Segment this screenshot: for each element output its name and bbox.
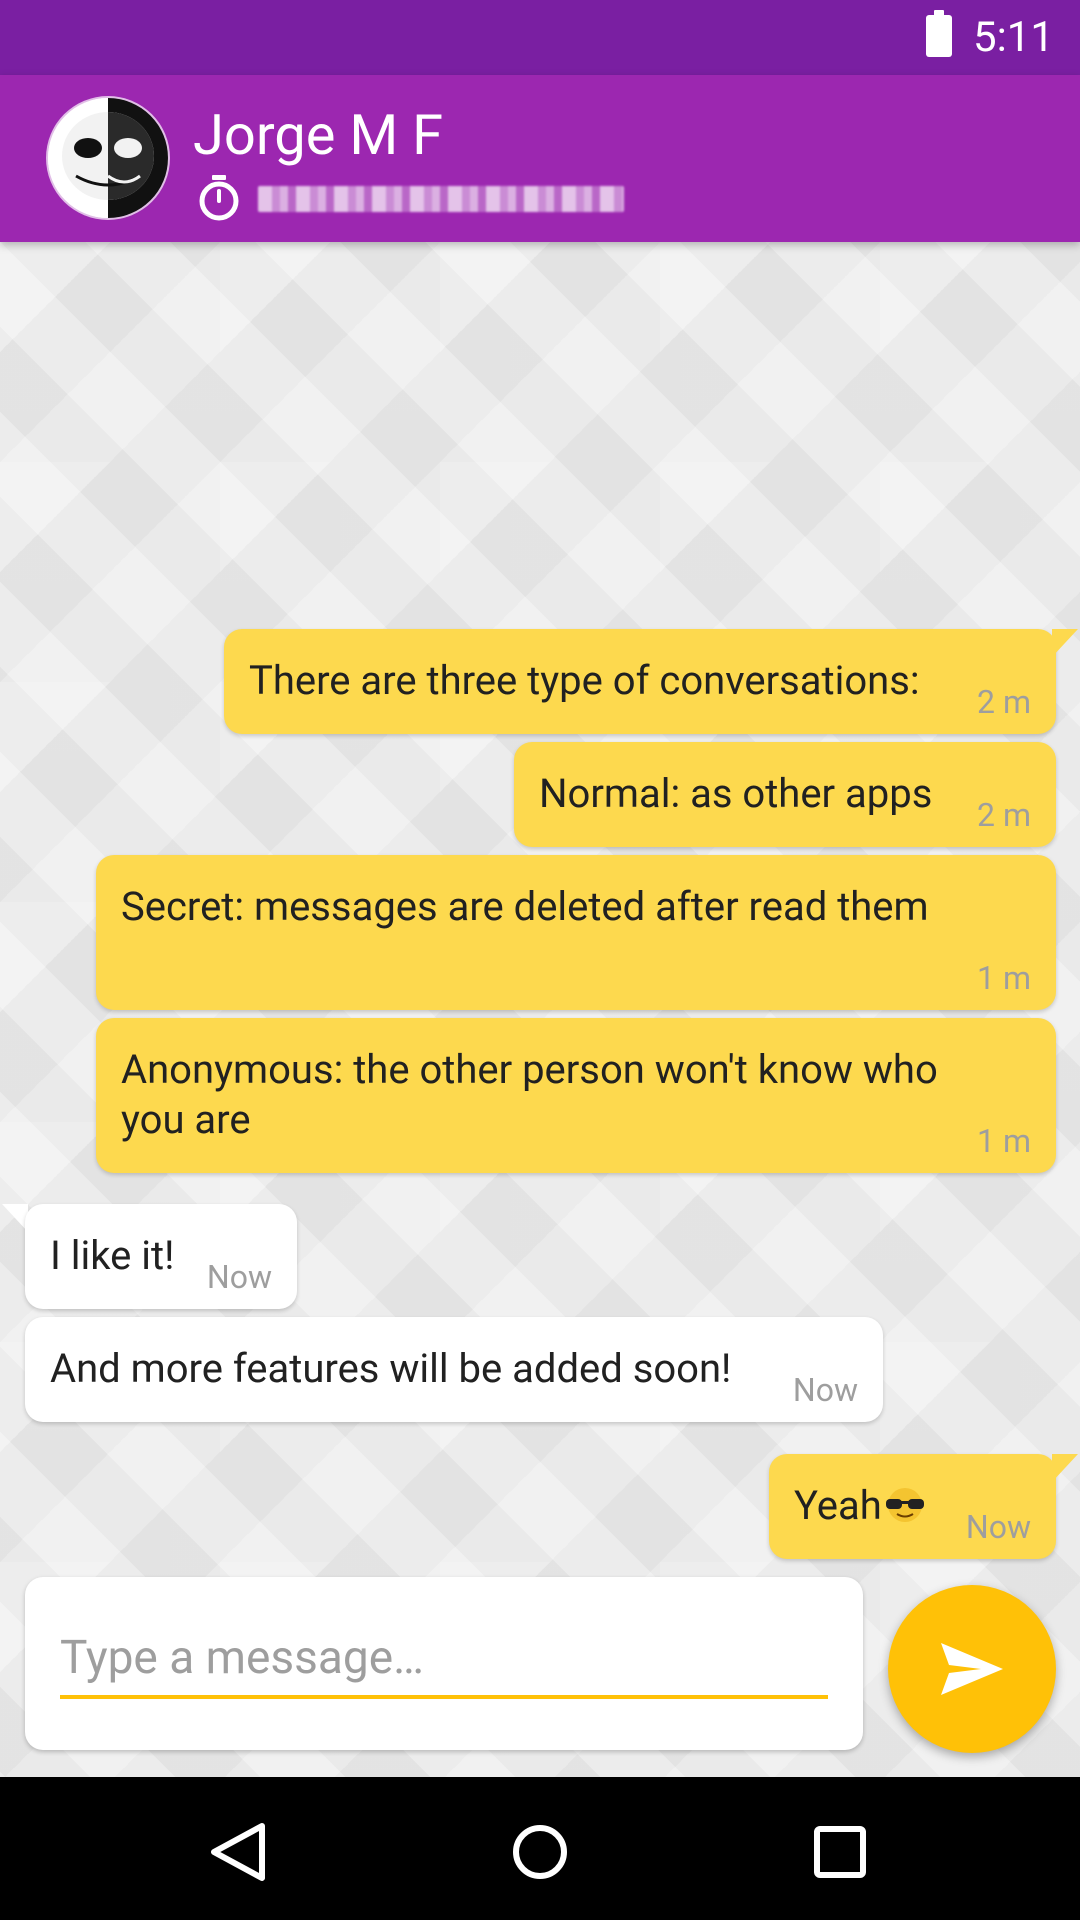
message-text: I like it! — [50, 1232, 175, 1279]
message-bubble-outgoing[interactable]: Yeah Now — [769, 1454, 1056, 1559]
message-bubble-incoming[interactable]: I like it! Now — [25, 1204, 297, 1309]
home-icon[interactable] — [500, 1812, 580, 1892]
message-bubble-incoming[interactable]: And more features will be added soon! No… — [25, 1317, 883, 1422]
bubble-tail — [1052, 629, 1078, 657]
message-time: Now — [965, 1508, 1031, 1546]
stopwatch-icon — [199, 175, 239, 221]
status-bar: 5:11 — [0, 0, 1080, 75]
message-time: 1 m — [977, 959, 1031, 997]
message-text: There are three type of conversations: — [249, 657, 920, 704]
message-text: Normal: as other apps — [539, 770, 933, 817]
back-icon[interactable] — [200, 1812, 280, 1892]
status-time: 5:11 — [973, 13, 1054, 62]
contact-avatar[interactable] — [48, 98, 168, 218]
message-bubble-outgoing[interactable]: Anonymous: the other person won't know w… — [96, 1018, 1056, 1173]
message-text-value: Yeah — [794, 1482, 882, 1529]
sunglasses-emoji — [885, 1488, 924, 1522]
bubble-tail — [1052, 1454, 1078, 1482]
message-time: Now — [792, 1371, 858, 1409]
message-bubble-outgoing[interactable]: There are three type of conversations: 2… — [224, 629, 1056, 734]
message-text: Yeah — [794, 1481, 928, 1531]
message-time: 1 m — [977, 1122, 1031, 1160]
message-time: Now — [206, 1258, 272, 1296]
contact-name[interactable]: Jorge M F — [193, 103, 443, 167]
jack-skellington-avatar — [48, 98, 168, 218]
system-nav-bar — [0, 1777, 1080, 1920]
message-text: Secret: messages are deleted after read … — [121, 883, 929, 930]
message-bubble-outgoing[interactable]: Normal: as other apps 2 m — [514, 742, 1056, 847]
chat-header: Jorge M F — [0, 75, 1080, 242]
message-input[interactable] — [60, 1625, 828, 1699]
blurred-phone-number — [258, 186, 624, 212]
message-text: And more features will be added soon! — [50, 1345, 732, 1392]
recents-icon[interactable] — [800, 1812, 880, 1892]
send-icon — [941, 1643, 1003, 1695]
message-list[interactable]: There are three type of conversations: 2… — [0, 242, 1080, 1777]
send-button[interactable] — [888, 1585, 1056, 1753]
message-bubble-outgoing[interactable]: Secret: messages are deleted after read … — [96, 855, 1056, 1010]
message-time: 2 m — [977, 683, 1031, 721]
battery-full-icon — [926, 10, 952, 57]
message-text: Anonymous: the other person won't know w… — [121, 1046, 938, 1143]
message-time: 2 m — [977, 796, 1031, 834]
message-composer — [25, 1577, 863, 1750]
